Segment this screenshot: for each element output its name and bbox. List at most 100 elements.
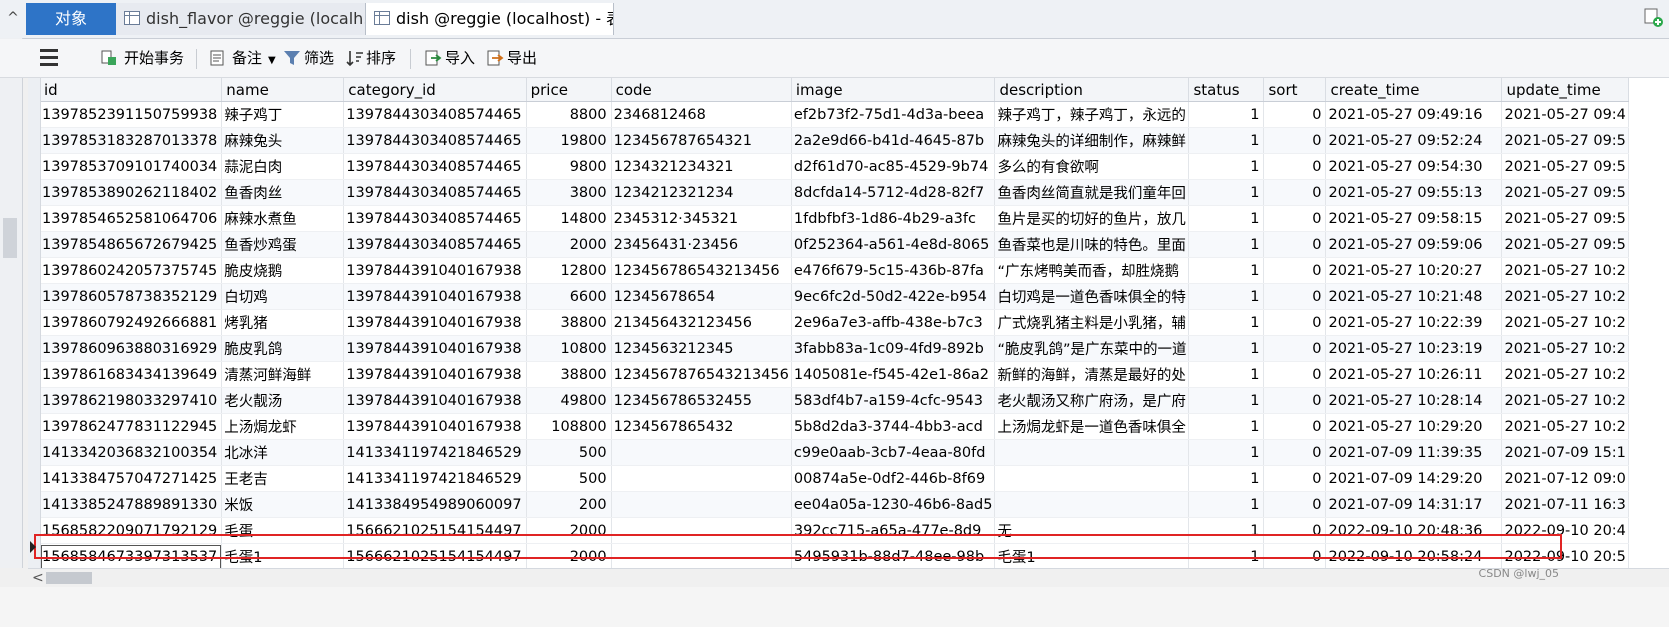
cell-description[interactable]: 广式烧乳猪主料是小乳猪，辅 bbox=[994, 309, 1190, 336]
table-row[interactable]: 1397854865672679425 鱼香炒鸡蛋 1397844303408574… bbox=[40, 231, 1629, 258]
cell-code[interactable]: 1234563212345 bbox=[611, 335, 792, 362]
table-row[interactable]: 1397853183287013378 麻辣兔头 13978443034085744… bbox=[40, 127, 1629, 154]
cell-description[interactable]: “脆皮乳鸽”是广东菜中的一道 bbox=[994, 335, 1190, 362]
cell-update-time[interactable]: 2021-07-09 15:1 bbox=[1501, 439, 1629, 466]
cell-description[interactable]: 多么的有食欲啊 bbox=[994, 153, 1190, 180]
cell-name[interactable]: 清蒸河鲜海鲜 bbox=[221, 361, 345, 388]
cell-id[interactable]: 1397853183287013378 bbox=[40, 127, 223, 154]
cell-description[interactable]: 鱼香菜也是川味的特色。里面 bbox=[994, 231, 1190, 258]
cell-id[interactable]: 1413342036832100354 bbox=[40, 439, 223, 466]
cell-name[interactable]: 白切鸡 bbox=[221, 283, 345, 310]
cell-status[interactable]: 1 bbox=[1188, 465, 1265, 492]
cell-create-time[interactable]: 2021-05-27 09:52:24 bbox=[1325, 127, 1503, 154]
cell-sort[interactable]: 0 bbox=[1263, 465, 1327, 492]
scroll-left-arrow-icon[interactable]: < bbox=[32, 570, 44, 586]
cell-update-time[interactable]: 2021-05-27 10:2 bbox=[1501, 413, 1629, 440]
cell-price[interactable]: 38800 bbox=[526, 309, 612, 336]
cell-image[interactable]: e476f679-5c15-436b-87fa bbox=[791, 257, 996, 284]
cell-sort[interactable]: 0 bbox=[1263, 257, 1327, 284]
table-row[interactable]: 1413342036832100354 北冰洋 141334119742184652… bbox=[40, 439, 1629, 466]
tab-dish[interactable]: dish @reggie (localhost) - 表 bbox=[366, 3, 614, 35]
cell-id[interactable]: 1397861683434139649 bbox=[40, 361, 223, 388]
table-row[interactable]: 1397853890262118402 鱼香肉丝 13978443034085744… bbox=[40, 179, 1629, 206]
cell-name[interactable]: 王老吉 bbox=[221, 465, 345, 492]
cell-price[interactable]: 12800 bbox=[526, 257, 612, 284]
cell-sort[interactable]: 0 bbox=[1263, 413, 1327, 440]
cell-description[interactable]: 白切鸡是一道色香味俱全的特 bbox=[994, 283, 1190, 310]
column-header-sort[interactable]: sort bbox=[1263, 78, 1327, 102]
cell-sort[interactable]: 0 bbox=[1263, 231, 1327, 258]
cell-name[interactable]: 毛蛋1 bbox=[221, 543, 345, 568]
cell-price[interactable]: 8800 bbox=[526, 101, 612, 128]
cell-code[interactable] bbox=[611, 543, 792, 568]
cell-sort[interactable]: 0 bbox=[1263, 387, 1327, 414]
cell-code[interactable]: 2345312·345321 bbox=[611, 205, 792, 232]
cell-code[interactable]: 123456786543213456 bbox=[611, 257, 792, 284]
cell-description[interactable] bbox=[994, 491, 1190, 518]
menu-icon[interactable] bbox=[40, 45, 62, 71]
cell-image[interactable]: 9ec6fc2d-50d2-422e-b954 bbox=[791, 283, 996, 310]
column-header-price[interactable]: price bbox=[526, 78, 612, 102]
cell-status[interactable]: 1 bbox=[1188, 283, 1265, 310]
cell-create-time[interactable]: 2021-07-09 14:29:20 bbox=[1325, 465, 1503, 492]
cell-category-id[interactable]: 1566621025154154497 bbox=[343, 517, 527, 544]
begin-transaction-button[interactable]: 开始事务 bbox=[100, 45, 184, 71]
cell-id[interactable]: 1568582209071792129 bbox=[40, 517, 223, 544]
cell-create-time[interactable]: 2021-05-27 09:54:30 bbox=[1325, 153, 1503, 180]
column-header-update-time[interactable]: update_time bbox=[1501, 78, 1629, 102]
cell-price[interactable]: 200 bbox=[526, 491, 612, 518]
cell-create-time[interactable]: 2021-05-27 09:49:16 bbox=[1325, 101, 1503, 128]
cell-code[interactable]: 23456431·23456 bbox=[611, 231, 792, 258]
cell-create-time[interactable]: 2021-07-09 14:31:17 bbox=[1325, 491, 1503, 518]
cell-status[interactable]: 1 bbox=[1188, 231, 1265, 258]
cell-sort[interactable]: 0 bbox=[1263, 309, 1327, 336]
row-selector-gutter[interactable] bbox=[28, 78, 41, 568]
cell-image[interactable]: 00874a5e-0df2-446b-8f69 bbox=[791, 465, 996, 492]
cell-create-time[interactable]: 2021-05-27 10:20:27 bbox=[1325, 257, 1503, 284]
sort-button[interactable]: 排序 bbox=[346, 45, 396, 71]
column-header-description[interactable]: description bbox=[994, 78, 1190, 102]
cell-update-time[interactable]: 2022-09-10 20:5 bbox=[1501, 543, 1629, 568]
cell-update-time[interactable]: 2021-05-27 10:2 bbox=[1501, 335, 1629, 362]
cell-create-time[interactable]: 2021-05-27 09:55:13 bbox=[1325, 179, 1503, 206]
cell-description[interactable] bbox=[994, 439, 1190, 466]
cell-id[interactable]: 1397862198033297410 bbox=[40, 387, 223, 414]
cell-update-time[interactable]: 2021-05-27 10:2 bbox=[1501, 257, 1629, 284]
table-row[interactable]: 1397860578738352129 白切鸡 139784439104016793… bbox=[40, 283, 1629, 310]
column-header-name[interactable]: name bbox=[221, 78, 345, 102]
cell-category-id[interactable]: 1397844303408574465 bbox=[343, 179, 527, 206]
cell-code[interactable]: 12345678654 bbox=[611, 283, 792, 310]
table-row[interactable]: 1397852391150759938 辣子鸡丁 13978443034085744… bbox=[40, 101, 1629, 128]
cell-category-id[interactable]: 1413341197421846529 bbox=[343, 439, 527, 466]
import-button[interactable]: 导入 bbox=[424, 45, 475, 71]
export-button[interactable]: 导出 bbox=[486, 45, 537, 71]
cell-code[interactable] bbox=[611, 517, 792, 544]
cell-code[interactable] bbox=[611, 491, 792, 518]
cell-code[interactable]: 213456432123456 bbox=[611, 309, 792, 336]
cell-status[interactable]: 1 bbox=[1188, 439, 1265, 466]
cell-category-id[interactable]: 1397844391040167938 bbox=[343, 413, 527, 440]
cell-sort[interactable]: 0 bbox=[1263, 517, 1327, 544]
table-row[interactable]: 1568584673397313537 毛蛋1 156662102515415449… bbox=[40, 543, 1629, 568]
cell-status[interactable]: 1 bbox=[1188, 153, 1265, 180]
cell-description[interactable]: 新鲜的海鲜，清蒸是最好的处 bbox=[994, 361, 1190, 388]
cell-category-id[interactable]: 1397844303408574465 bbox=[343, 127, 527, 154]
table-row[interactable]: 1397862198033297410 老火靓汤 13978443910401679… bbox=[40, 387, 1629, 414]
cell-image[interactable]: 392cc715-a65a-477e-8d9 bbox=[791, 517, 996, 544]
cell-status[interactable]: 1 bbox=[1188, 413, 1265, 440]
new-tab-icon[interactable] bbox=[1643, 6, 1665, 30]
cell-image[interactable]: 1405081e-f545-42e1-86a2 bbox=[791, 361, 996, 388]
cell-id[interactable]: 1397852391150759938 bbox=[40, 101, 223, 128]
cell-description[interactable]: 老火靓汤又称广府汤，是广府 bbox=[994, 387, 1190, 414]
cell-create-time[interactable]: 2021-07-09 11:39:35 bbox=[1325, 439, 1503, 466]
table-row[interactable]: 1568582209071792129 毛蛋 1566621025154154497… bbox=[40, 517, 1629, 544]
cell-sort[interactable]: 0 bbox=[1263, 361, 1327, 388]
cell-category-id[interactable]: 1397844391040167938 bbox=[343, 283, 527, 310]
horizontal-scrollbar[interactable]: < bbox=[28, 568, 1669, 587]
cell-price[interactable]: 108800 bbox=[526, 413, 612, 440]
table-row[interactable]: 1397854652581064706 麻辣水煮鱼 1397844303408574… bbox=[40, 205, 1629, 232]
cell-category-id[interactable]: 1397844391040167938 bbox=[343, 387, 527, 414]
cell-update-time[interactable]: 2021-05-27 09:5 bbox=[1501, 231, 1629, 258]
cell-name[interactable]: 麻辣水煮鱼 bbox=[221, 205, 345, 232]
cell-update-time[interactable]: 2021-07-12 09:0 bbox=[1501, 465, 1629, 492]
